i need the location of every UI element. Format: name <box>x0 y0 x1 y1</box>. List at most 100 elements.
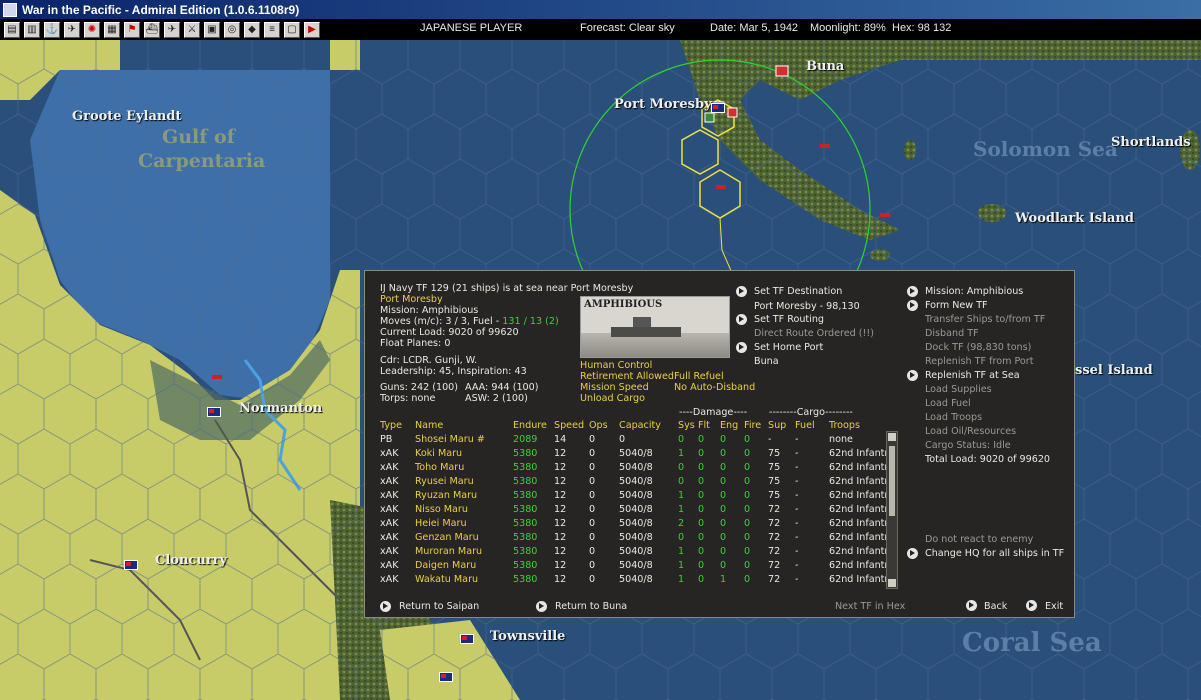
mission-button[interactable]: Mission: Amphibious <box>925 286 1023 298</box>
col-speed[interactable]: Speed <box>554 418 589 432</box>
label-normanton[interactable]: Normanton <box>239 401 322 416</box>
table-row[interactable]: xAK Wakatu Maru 5380 12 0 5040/8 1 0 1 0 72 - 62nd I… <box>380 572 891 586</box>
col-troops[interactable]: Troops <box>829 418 891 432</box>
air-icon[interactable]: ✈ <box>64 21 80 38</box>
auto-disband-toggle[interactable]: No Auto-Disband <box>674 382 755 394</box>
set-tf-destination-button[interactable]: Set TF Destination <box>754 286 842 298</box>
settings-icon[interactable]: ▢ <box>284 21 300 38</box>
cell-name[interactable]: Heiei Maru <box>415 516 513 530</box>
form-new-tf-button[interactable]: Form New TF <box>925 300 988 312</box>
cell-name[interactable]: Nisso Maru <box>415 502 513 516</box>
australia-flag-icon[interactable] <box>207 407 221 417</box>
table-row[interactable]: xAK Ryusei Maru 5380 12 0 5040/8 0 0 0 0 75 - 62nd I… <box>380 474 891 488</box>
flag-icon[interactable]: ⚑ <box>124 21 140 38</box>
arrow-icon[interactable] <box>907 548 918 559</box>
load-oil-button[interactable]: Load Oil/Resources <box>925 426 1016 438</box>
set-tf-routing-button[interactable]: Set TF Routing <box>754 314 824 326</box>
cell-name[interactable]: Koki Maru <box>415 446 513 460</box>
scroll-up-icon[interactable] <box>888 433 896 441</box>
col-capacity[interactable]: Capacity <box>619 418 678 432</box>
scroll-down-icon[interactable] <box>888 579 896 587</box>
japan-flag-icon[interactable]: ✺ <box>84 21 100 38</box>
label-port-moresby[interactable]: Port Moresby <box>614 97 712 112</box>
table-row[interactable]: xAK Heiei Maru 5380 12 0 5040/8 2 0 0 0 72 - 62nd In… <box>380 516 891 530</box>
unload-cargo-toggle[interactable]: Unload Cargo <box>580 393 645 405</box>
end-turn-icon[interactable]: ▶ <box>304 21 320 38</box>
table-row[interactable]: PB Shosei Maru #2089 14 0 0 0 0 0 0 - - none <box>380 432 891 446</box>
table-row[interactable]: xAK Ryuzan Maru 5380 12 0 5040/8 1 0 0 0 75 - 62nd I… <box>380 488 891 502</box>
bases-icon[interactable]: ▦ <box>104 21 120 38</box>
set-home-port-button[interactable]: Set Home Port <box>754 342 823 354</box>
australia-flag-icon[interactable] <box>460 634 474 644</box>
plane-icon[interactable]: ✈ <box>164 21 180 38</box>
replenish-sea-button[interactable]: Replenish TF at Sea <box>925 370 1020 382</box>
cell-name[interactable]: Ryusei Maru <box>415 474 513 488</box>
scroll-thumb[interactable] <box>889 446 895 516</box>
label-townsville[interactable]: Townsville <box>490 629 565 644</box>
cell-name[interactable]: Toho Maru <box>415 460 513 474</box>
cell-name[interactable]: Shosei Maru # <box>415 432 513 446</box>
table-row[interactable]: xAK Koki Maru 5380 12 0 5040/8 1 0 0 0 75 - 62nd Inf… <box>380 446 891 460</box>
table-row[interactable]: xAK Genzan Maru 5380 12 0 5040/8 0 0 0 0 72 - 62nd I… <box>380 530 891 544</box>
col-sup[interactable]: Sup <box>768 418 795 432</box>
ships-icon[interactable]: ⚓ <box>44 21 60 38</box>
return-to-buna-button[interactable]: Return to Buna <box>555 601 627 613</box>
col-fuel[interactable]: Fuel <box>795 418 829 432</box>
table-row[interactable]: xAK Muroran Maru 5380 12 0 5040/8 1 0 0 0 72 - 62nd … <box>380 544 891 558</box>
label-rossel-island[interactable]: ssel Island <box>1075 363 1153 378</box>
map-icon[interactable]: ▤ <box>4 21 20 38</box>
cell-name[interactable]: Muroran Maru <box>415 544 513 558</box>
label-shortlands[interactable]: Shortlands <box>1111 135 1191 150</box>
replenish-port-button[interactable]: Replenish TF from Port <box>925 356 1034 368</box>
col-name[interactable]: Name <box>415 418 513 432</box>
arrow-icon[interactable] <box>907 300 918 311</box>
label-cloncurry[interactable]: Cloncurry <box>155 553 227 568</box>
dock-tf-button[interactable]: Dock TF (98,830 tons) <box>925 342 1031 354</box>
change-hq-button[interactable]: Change HQ for all ships in TF <box>925 548 1064 560</box>
col-ops[interactable]: Ops <box>589 418 619 432</box>
list-icon[interactable]: ≡ <box>264 21 280 38</box>
australia-flag-icon[interactable] <box>711 103 725 113</box>
arrow-icon[interactable] <box>380 601 391 612</box>
return-to-saipan-button[interactable]: Return to Saipan <box>399 601 479 613</box>
cell-name[interactable]: Wakatu Maru <box>415 572 513 586</box>
arrow-icon[interactable] <box>1026 600 1037 611</box>
exit-button[interactable]: Exit <box>1045 601 1063 613</box>
intel-icon[interactable]: ◎ <box>224 21 240 38</box>
load-supplies-button[interactable]: Load Supplies <box>925 384 992 396</box>
col-flt[interactable]: Flt <box>698 418 720 432</box>
next-tf-in-hex-button[interactable]: Next TF in Hex <box>835 601 905 613</box>
col-sys[interactable]: Sys <box>678 418 698 432</box>
report-icon[interactable]: ▥ <box>24 21 40 38</box>
arrow-icon[interactable] <box>736 314 747 325</box>
ground-icon[interactable]: ⚔ <box>184 21 200 38</box>
load-troops-button[interactable]: Load Troops <box>925 412 982 424</box>
arrow-icon[interactable] <box>536 601 547 612</box>
table-row[interactable]: xAK Nisso Maru 5380 12 0 5040/8 1 0 0 0 72 - 62nd In… <box>380 502 891 516</box>
disband-tf-button[interactable]: Disband TF <box>925 328 979 340</box>
arrow-icon[interactable] <box>907 370 918 381</box>
australia-flag-icon[interactable] <box>439 672 453 682</box>
op-icon[interactable]: ◆ <box>244 21 260 38</box>
supply-icon[interactable]: ▣ <box>204 21 220 38</box>
no-react-button[interactable]: Do not react to enemy <box>925 534 1033 546</box>
transfer-ships-button[interactable]: Transfer Ships to/from TF <box>925 314 1045 326</box>
col-type[interactable]: Type <box>380 418 415 432</box>
arrow-icon[interactable] <box>736 342 747 353</box>
load-fuel-button[interactable]: Load Fuel <box>925 398 971 410</box>
arrow-icon[interactable] <box>966 600 977 611</box>
cell-name[interactable]: Genzan Maru <box>415 530 513 544</box>
arrow-icon[interactable] <box>736 286 747 297</box>
col-fire[interactable]: Fire <box>744 418 768 432</box>
ship-list-scrollbar[interactable] <box>886 431 898 589</box>
fleet-icon[interactable]: ⛴ <box>144 21 160 38</box>
arrow-icon[interactable] <box>907 286 918 297</box>
cell-name[interactable]: Ryuzan Maru <box>415 488 513 502</box>
col-endure[interactable]: Endure <box>513 418 554 432</box>
label-buna[interactable]: Buna <box>806 59 844 74</box>
table-row[interactable]: xAK Toho Maru 5380 12 0 5040/8 0 0 0 0 75 - 62nd Inf… <box>380 460 891 474</box>
back-button[interactable]: Back <box>984 601 1007 613</box>
australia-flag-icon[interactable] <box>124 560 138 570</box>
table-row[interactable]: xAK Daigen Maru 5380 12 0 5040/8 1 0 0 0 72 - 62nd I… <box>380 558 891 572</box>
label-woodlark-island[interactable]: Woodlark Island <box>1015 211 1134 226</box>
